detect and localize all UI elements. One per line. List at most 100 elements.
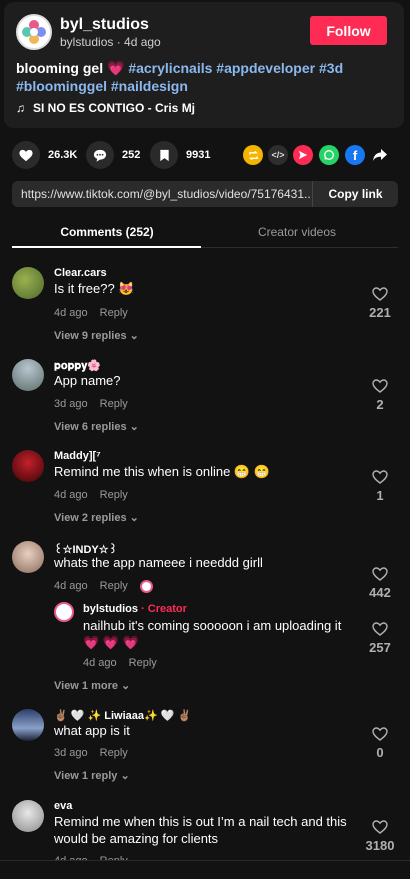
comment-meta: 3d ago Reply — [54, 747, 128, 759]
reply-button[interactable]: Reply — [129, 657, 157, 669]
comment-action[interactable]: 252 — [86, 141, 140, 169]
tab-comments[interactable]: Comments (252) — [12, 225, 202, 239]
music-title: SI NO ES CONTIGO - Cris Mj — [33, 101, 196, 115]
bookmark-icon — [150, 141, 178, 169]
comment-text: whats the app nameee i needdd girll — [54, 555, 263, 570]
reply-button[interactable]: Reply — [100, 307, 128, 319]
comment-like[interactable]: 0 — [360, 727, 400, 760]
comment-time: 4d ago — [54, 489, 88, 501]
facebook-icon[interactable]: f — [345, 145, 365, 165]
reply-username[interactable]: bylstudios — [83, 603, 138, 615]
reply-button[interactable]: Reply — [100, 398, 128, 410]
reply-like[interactable]: 257 — [360, 622, 400, 655]
comment-like[interactable]: 221 — [360, 287, 400, 320]
hashtag[interactable]: #3d — [319, 60, 343, 76]
like-count: 3180 — [365, 838, 395, 853]
comment-text: Is it free?? 😻 — [54, 281, 135, 296]
comment-text: Remind me this when is online 😁 😁 — [54, 464, 270, 479]
comment-username[interactable]: 𝐩𝐨𝐩𝐩𝐲🌸 — [54, 359, 101, 373]
whatsapp-icon[interactable] — [319, 145, 339, 165]
comment-meta: 4d ago Reply — [54, 307, 128, 319]
like-count: 1 — [376, 488, 384, 503]
heart-outline-icon — [372, 287, 388, 301]
avatar[interactable] — [12, 267, 44, 299]
comment-meta: 3d ago Reply — [54, 398, 128, 410]
save-action[interactable]: 9931 — [150, 141, 210, 169]
reply-button[interactable]: Reply — [100, 489, 128, 501]
copy-link-button[interactable]: Copy link — [312, 181, 398, 207]
comment-time: 3d ago — [54, 398, 88, 410]
comment-meta: 4d ago Reply — [54, 489, 128, 501]
comment-like[interactable]: 1 — [360, 470, 400, 503]
like-count: 442 — [369, 585, 391, 600]
heart-outline-icon — [372, 622, 388, 636]
hashtag[interactable]: #appdeveloper — [216, 60, 315, 76]
avatar[interactable] — [12, 541, 44, 573]
caption-text: blooming gel — [16, 60, 104, 76]
avatar[interactable] — [12, 450, 44, 482]
heart-outline-icon — [372, 470, 388, 484]
like-action[interactable]: 26.3K — [12, 141, 77, 169]
music-note-icon: ♫ — [16, 101, 25, 115]
comment-like[interactable]: 2 — [360, 379, 400, 412]
view-more-button[interactable]: View 1 more ⌄ — [54, 679, 130, 692]
caption: blooming gel 💗 #acrylicnails #appdevelop… — [16, 59, 396, 95]
comment-text: what app is it — [54, 723, 130, 738]
follow-button[interactable]: Follow — [310, 16, 387, 45]
comment-time: 4d ago — [54, 580, 88, 592]
hashtag[interactable]: #naildesign — [111, 78, 188, 94]
comment-icon — [86, 141, 114, 169]
hashtag[interactable]: #acrylicnails — [128, 60, 212, 76]
comment-time: 3d ago — [54, 747, 88, 759]
share-arrow-icon[interactable] — [370, 145, 390, 165]
heart-outline-icon — [372, 379, 388, 393]
comment-input-bar[interactable] — [0, 860, 410, 879]
comment-count: 252 — [122, 149, 141, 161]
owner-name[interactable]: byl_studios — [60, 16, 149, 34]
send-icon[interactable] — [293, 145, 313, 165]
embed-icon[interactable]: </> — [268, 145, 288, 165]
video-url[interactable]: https://www.tiktok.com/@byl_studios/vide… — [21, 187, 311, 201]
like-count: 221 — [369, 305, 391, 320]
comment-username[interactable]: ✌🏽 🤍 ✨ Liwiaaa✨ 🤍 ✌🏽 — [54, 709, 191, 722]
owner-meta: bylstudios · 4d ago — [60, 35, 161, 49]
view-replies-button[interactable]: View 9 replies ⌄ — [54, 329, 139, 342]
view-replies-button[interactable]: View 1 reply ⌄ — [54, 769, 130, 782]
tab-creator-videos[interactable]: Creator videos — [202, 225, 392, 239]
comment-text: App name? — [54, 373, 121, 388]
heart-icon — [12, 141, 40, 169]
avatar[interactable] — [12, 800, 44, 832]
heart-outline-icon — [372, 727, 388, 741]
creator-badge: · Creator — [141, 603, 187, 615]
save-count: 9931 — [186, 149, 211, 161]
like-count: 257 — [369, 640, 391, 655]
reply-time: 4d ago — [83, 657, 117, 669]
view-replies-button[interactable]: View 6 replies ⌄ — [54, 420, 139, 433]
reply-text: nailhub it's coming sooooon i am uploadi… — [83, 618, 342, 650]
repost-icon[interactable] — [243, 145, 263, 165]
reply-button[interactable]: Reply — [100, 747, 128, 759]
music-row[interactable]: ♫ SI NO ES CONTIGO - Cris Mj — [16, 101, 195, 115]
creator-avatar[interactable] — [54, 602, 74, 622]
view-replies-button[interactable]: View 2 replies ⌄ — [54, 511, 139, 524]
comment-like[interactable]: 3180 — [360, 820, 400, 853]
avatar[interactable] — [12, 359, 44, 391]
owner-logo-icon — [20, 18, 48, 46]
avatar[interactable] — [12, 709, 44, 741]
like-count: 0 — [376, 745, 384, 760]
caption-emoji: 💗 — [107, 60, 125, 76]
comment-username[interactable]: eva — [54, 800, 72, 812]
comment-meta: 4d ago Reply — [54, 580, 153, 593]
heart-outline-icon — [372, 820, 388, 834]
comment-like[interactable]: 442 — [360, 567, 400, 600]
owner-avatar[interactable] — [16, 14, 52, 50]
comment-username[interactable]: Maddy][⁷ — [54, 450, 101, 462]
comment-username[interactable]: Clear.cars — [54, 267, 107, 279]
reply-button[interactable]: Reply — [100, 580, 128, 593]
like-count: 26.3K — [48, 149, 78, 161]
video-link-row: https://www.tiktok.com/@byl_studios/vide… — [12, 181, 398, 207]
hashtag[interactable]: #bloominggel — [16, 78, 107, 94]
comment-text: Remind me when this is out I’m a nail te… — [54, 814, 347, 846]
comment-time: 4d ago — [54, 307, 88, 319]
heart-outline-icon — [372, 567, 388, 581]
